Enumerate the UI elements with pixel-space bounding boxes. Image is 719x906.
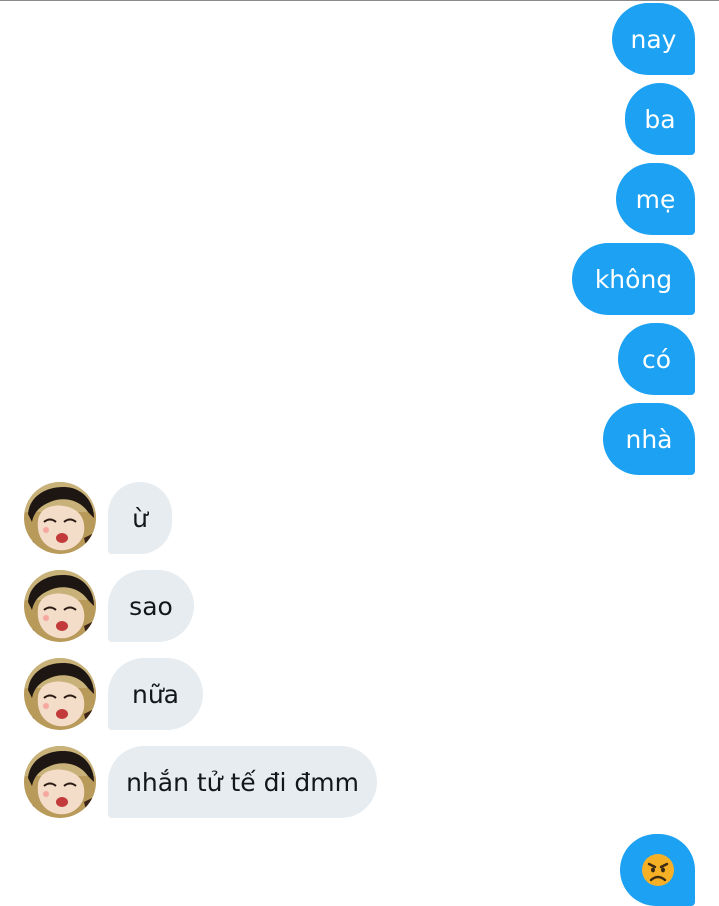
avatar-image xyxy=(24,570,96,642)
avatar-image xyxy=(24,658,96,730)
incoming-message[interactable]: ừ xyxy=(108,482,172,554)
message-text: nhà xyxy=(625,424,673,454)
avatar[interactable] xyxy=(24,658,96,730)
outgoing-message[interactable]: ba xyxy=(625,83,695,155)
incoming-message[interactable]: sao xyxy=(108,570,194,642)
message-text: nữa xyxy=(131,679,179,709)
outgoing-message[interactable]: nhà xyxy=(603,403,695,475)
incoming-message[interactable]: nhắn tử tế đi đmm xyxy=(108,746,377,818)
incoming-message[interactable]: nữa xyxy=(108,658,203,730)
message-text: mẹ xyxy=(635,184,676,214)
message-text: có xyxy=(641,344,672,374)
avatar-image xyxy=(24,482,96,554)
avatar[interactable] xyxy=(24,746,96,818)
avatar[interactable] xyxy=(24,570,96,642)
outgoing-message[interactable]: nay xyxy=(612,3,695,75)
outgoing-emoji-message[interactable] xyxy=(620,834,695,906)
message-text: nhắn tử tế đi đmm xyxy=(126,767,359,797)
avatar-image xyxy=(24,746,96,818)
message-text: nay xyxy=(630,24,677,54)
message-text: sao xyxy=(129,591,173,621)
angry-face-icon xyxy=(641,853,675,887)
message-text: ba xyxy=(644,104,676,134)
outgoing-message[interactable]: có xyxy=(618,323,695,395)
message-text: ừ xyxy=(132,503,148,533)
avatar[interactable] xyxy=(24,482,96,554)
outgoing-message[interactable]: không xyxy=(572,243,695,315)
top-divider xyxy=(0,0,719,1)
outgoing-message[interactable]: mẹ xyxy=(616,163,695,235)
message-text: không xyxy=(594,264,673,294)
